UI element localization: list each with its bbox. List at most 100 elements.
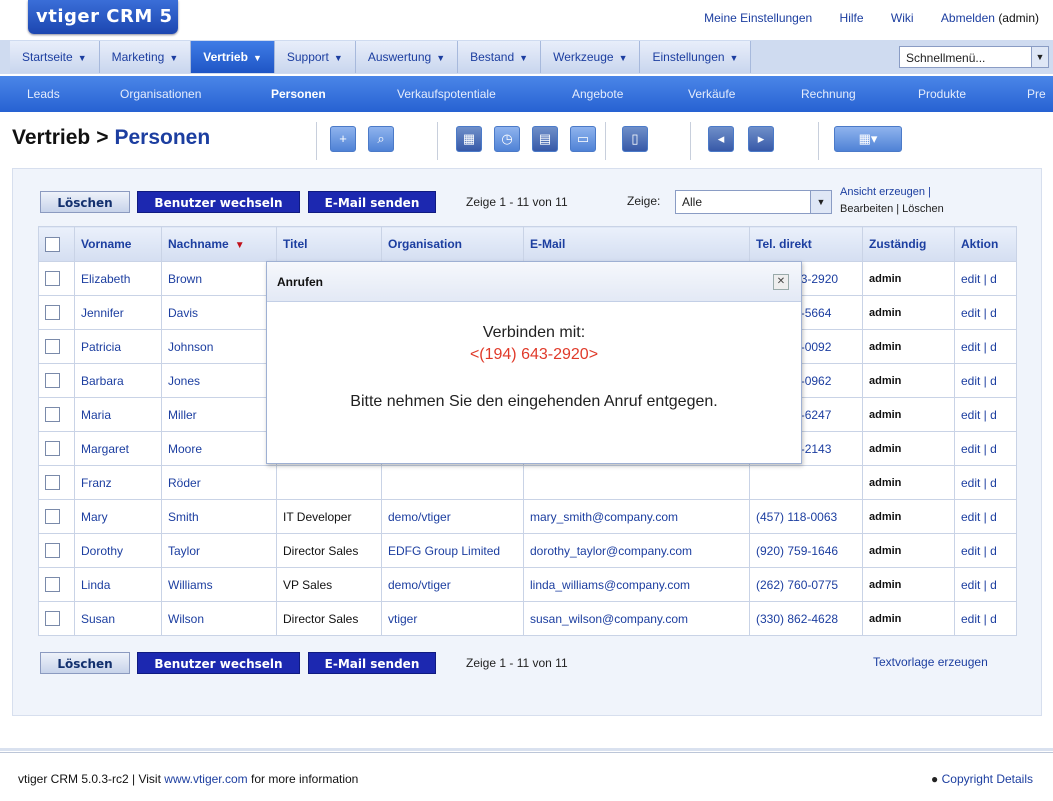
add-icon[interactable]: + [330, 126, 356, 152]
subnav-verkaufspotentiale[interactable]: Verkaufspotentiale [397, 76, 496, 112]
action-cell[interactable]: edit | d [954, 261, 1017, 296]
delete-button-bottom[interactable]: Löschen [40, 652, 130, 674]
action-cell[interactable]: edit | d [954, 601, 1017, 636]
first-name-cell[interactable]: Maria [74, 397, 162, 432]
tab-startseite[interactable]: Startseite ▼ [10, 41, 100, 73]
row-checkbox[interactable] [45, 407, 60, 423]
last-name-cell[interactable]: Wilson [161, 601, 277, 636]
last-name-cell[interactable]: Brown [161, 261, 277, 296]
first-name-cell[interactable]: Patricia [74, 329, 162, 364]
row-checkbox[interactable] [45, 611, 60, 627]
email-cell[interactable]: mary_smith@company.com [523, 499, 750, 534]
last-name-cell[interactable]: Taylor [161, 533, 277, 568]
action-cell[interactable]: edit | d [954, 363, 1017, 398]
action-cell[interactable]: edit | d [954, 533, 1017, 568]
action-cell[interactable]: edit | d [954, 567, 1017, 602]
first-name-cell[interactable]: Margaret [74, 431, 162, 466]
action-cell[interactable]: edit | d [954, 431, 1017, 466]
subnav-verkaeufe[interactable]: Verkäufe [688, 76, 735, 112]
subnav-rechnung[interactable]: Rechnung [801, 76, 856, 112]
import-arrow-icon[interactable]: ◂ [708, 126, 734, 152]
first-name-cell[interactable]: Barbara [74, 363, 162, 398]
calculator-icon[interactable]: ▤ [532, 126, 558, 152]
email-cell[interactable]: linda_williams@company.com [523, 567, 750, 602]
row-checkbox[interactable] [45, 543, 60, 559]
change-owner-button[interactable]: Benutzer wechseln [137, 191, 300, 213]
action-cell[interactable]: edit | d [954, 295, 1017, 330]
phone-cell[interactable]: (262) 760-0775 [749, 567, 863, 602]
clock-icon[interactable]: ◷ [494, 126, 520, 152]
import-icon[interactable]: ▯ [622, 126, 648, 152]
copyright-link[interactable]: Copyright Details [942, 772, 1033, 786]
action-cell[interactable]: edit | d [954, 397, 1017, 432]
close-icon[interactable]: ✕ [773, 274, 789, 290]
action-cell[interactable]: edit | d [954, 499, 1017, 534]
tab-werkzeuge[interactable]: Werkzeuge ▼ [541, 41, 641, 73]
edit-delete-view-links[interactable]: Bearbeiten | Löschen [840, 203, 944, 215]
subnav-leads[interactable]: Leads [27, 76, 60, 112]
last-name-cell[interactable]: Johnson [161, 329, 277, 364]
col-tel-direkt[interactable]: Tel. direkt [749, 226, 863, 262]
row-checkbox[interactable] [45, 441, 60, 457]
search-icon[interactable]: ⌕ [368, 126, 394, 152]
col-nachname[interactable]: Nachname ▼ [161, 226, 277, 262]
row-checkbox[interactable] [45, 475, 60, 491]
subnav-organisationen[interactable]: Organisationen [120, 76, 201, 112]
wiki-link[interactable]: Wiki [891, 11, 914, 25]
subnav-more[interactable]: Pre [1027, 76, 1046, 112]
email-cell[interactable] [523, 465, 750, 500]
first-name-cell[interactable]: Elizabeth [74, 261, 162, 296]
tab-bestand[interactable]: Bestand ▼ [458, 41, 542, 73]
module-name[interactable]: Vertrieb [12, 126, 90, 149]
last-name-cell[interactable]: Davis [161, 295, 277, 330]
send-mail-button-bottom[interactable]: E-Mail senden [308, 652, 436, 674]
select-all-checkbox[interactable] [45, 236, 60, 252]
row-checkbox[interactable] [45, 339, 60, 355]
tab-marketing[interactable]: Marketing ▼ [99, 41, 192, 73]
phone-cell[interactable]: (330) 862-4628 [749, 601, 863, 636]
first-name-cell[interactable]: Franz [74, 465, 162, 500]
send-mail-button[interactable]: E-Mail senden [308, 191, 436, 213]
organisation-cell[interactable] [381, 465, 524, 500]
view-filter-select[interactable]: Alle ▼ [675, 190, 832, 214]
change-owner-button-bottom[interactable]: Benutzer wechseln [137, 652, 300, 674]
create-view-link[interactable]: Ansicht erzeugen | [840, 186, 931, 198]
first-name-cell[interactable]: Mary [74, 499, 162, 534]
email-cell[interactable]: susan_wilson@company.com [523, 601, 750, 636]
delete-button[interactable]: Löschen [40, 191, 130, 213]
logout-link[interactable]: Abmelden [941, 11, 995, 25]
phone-cell[interactable] [749, 465, 863, 500]
organisation-cell[interactable]: vtiger [381, 601, 524, 636]
last-name-cell[interactable]: Jones [161, 363, 277, 398]
grid-settings-icon[interactable]: ▦▾ [834, 126, 902, 152]
subnav-produkte[interactable]: Produkte [918, 76, 966, 112]
row-checkbox[interactable] [45, 305, 60, 321]
create-template-link[interactable]: Textvorlage erzeugen [873, 655, 988, 669]
first-name-cell[interactable]: Susan [74, 601, 162, 636]
calendar-icon[interactable]: ▦ [456, 126, 482, 152]
phone-cell[interactable]: (920) 759-1646 [749, 533, 863, 568]
last-name-cell[interactable]: Röder [161, 465, 277, 500]
phone-cell[interactable]: (457) 118-0063 [749, 499, 863, 534]
row-checkbox[interactable] [45, 271, 60, 287]
col-email[interactable]: E-Mail [523, 226, 750, 262]
tab-einstellungen[interactable]: Einstellungen ▼ [640, 41, 752, 73]
last-name-cell[interactable]: Moore [161, 431, 277, 466]
action-cell[interactable]: edit | d [954, 329, 1017, 364]
row-checkbox[interactable] [45, 373, 60, 389]
tab-support[interactable]: Support ▼ [274, 41, 356, 73]
current-page[interactable]: Personen [114, 126, 210, 149]
organisation-cell[interactable]: demo/vtiger [381, 567, 524, 602]
last-name-cell[interactable]: Smith [161, 499, 277, 534]
organisation-cell[interactable]: demo/vtiger [381, 499, 524, 534]
vtiger-link[interactable]: www.vtiger.com [164, 772, 247, 786]
email-cell[interactable]: dorothy_taylor@company.com [523, 533, 750, 568]
row-checkbox[interactable] [45, 577, 60, 593]
help-link[interactable]: Hilfe [840, 11, 864, 25]
last-name-cell[interactable]: Miller [161, 397, 277, 432]
col-zustaendig[interactable]: Zuständig [862, 226, 955, 262]
last-name-cell[interactable]: Williams [161, 567, 277, 602]
quick-create-select[interactable]: Schnellmenü... ▼ [899, 46, 1049, 68]
row-checkbox[interactable] [45, 509, 60, 525]
chat-icon[interactable]: ▭ [570, 126, 596, 152]
